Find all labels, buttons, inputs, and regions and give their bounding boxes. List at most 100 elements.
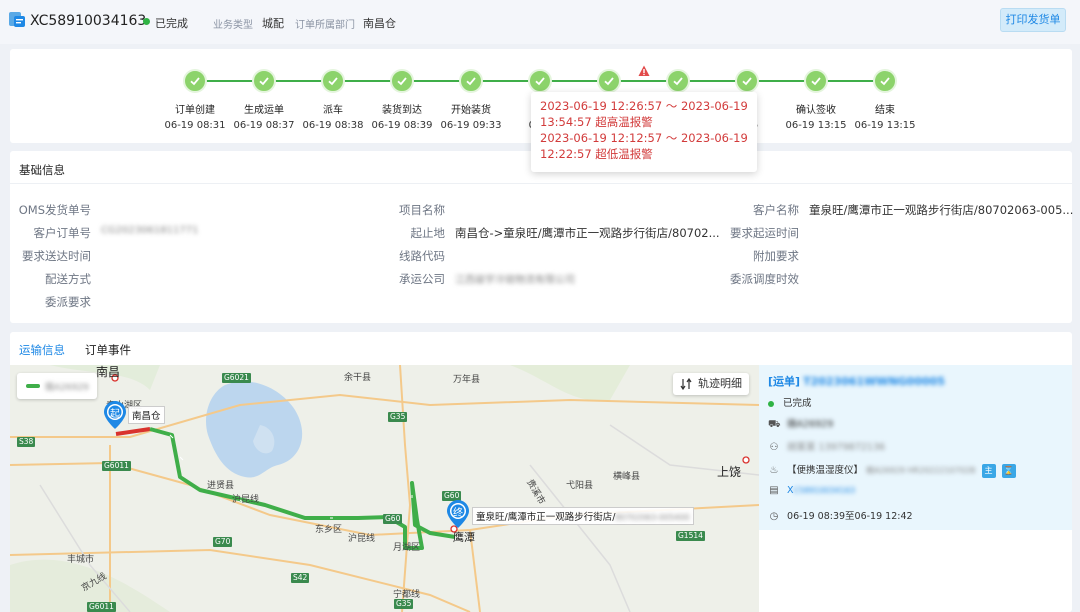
transport-card: 运输信息 订单事件 赣A26929 轨迹明细 南昌 余干县 万年县 进贤县 沪昆… [10, 332, 1072, 612]
waybill-driver-row: ⚇ 胡某某 13979872136 [768, 439, 886, 453]
check-icon [666, 69, 690, 93]
divider [10, 183, 1072, 184]
map-label-yugan: 余干县 [344, 373, 372, 383]
tab-transport-info[interactable]: 运输信息 [19, 342, 65, 358]
map-label-hengfeng: 横峰县 [613, 472, 641, 482]
legend-plate: 赣A26929 [45, 383, 89, 393]
document-icon: ▤ [769, 485, 779, 496]
carrier-label: 承运公司 [399, 272, 445, 286]
road-s42: S42 [291, 573, 310, 583]
order-status: 已完成 [155, 17, 188, 30]
route-map[interactable]: 赣A26929 轨迹明细 南昌 青山湖区 余干县 万年县 进贤县 沪昆线 东乡区… [10, 365, 759, 612]
truck-icon: ⛟ [768, 419, 781, 430]
map-city-shangrao: 上饶 [717, 465, 742, 479]
legend-line [26, 384, 40, 388]
customer-name-value: 童泉旺/鹰潭市正一观路步行街店/80702063-005... [809, 203, 1074, 217]
dispatch-label: 委派调度时效 [730, 272, 799, 286]
waybill-number: T2023061WWNG00005 [803, 375, 945, 388]
alarm-warning-icon[interactable] [638, 65, 650, 77]
origin-value: 南昌仓->童泉旺/鹰潭市正一观路步行街店/80702... [455, 226, 720, 240]
waybill-status: 已完成 [783, 398, 812, 409]
thermometer-icon: ♨ [769, 465, 779, 476]
check-icon [459, 69, 483, 93]
device-main-button[interactable]: 主 [981, 463, 996, 478]
road-g35-2: G35 [394, 599, 414, 609]
basic-info-card: 基础信息 OMS发货单号 客户订单号 CG2023061811771 要求送达时… [10, 151, 1074, 323]
step-label: 开始装货 [451, 105, 491, 116]
customer-order-value: CG2023061811771 [101, 225, 199, 236]
waybill-driver: 胡某某 13979872136 [787, 442, 886, 453]
road-g6011: G6011 [102, 461, 131, 471]
delivery-method-label: 配送方式 [45, 272, 91, 286]
page-header: XC58910034163 已完成 业务类型 城配 订单所属部门 南昌仓 打印发… [0, 0, 1080, 44]
track-detail-button[interactable]: 轨迹明细 [673, 373, 749, 395]
step-time: 06-19 08:37 [233, 120, 295, 131]
road-g6011-2: G6011 [87, 602, 116, 612]
step-time: 06-19 13:15 [854, 120, 916, 131]
waybill-time-row: ◷ 06-19 08:39至06-19 12:42 [768, 508, 913, 522]
progress-step: 生成运单 06-19 08:37 [224, 69, 304, 131]
device-value: 赣A26929 HR2022210702B [866, 466, 976, 475]
check-icon [735, 69, 759, 93]
tab-order-events[interactable]: 订单事件 [85, 342, 131, 358]
dept-label: 订单所属部门 [295, 20, 355, 31]
alarm-high-temp: 2023-06-19 12:26:57 ～ 2023-06-19 13:54:5… [540, 99, 748, 129]
end-marker-text: 终 [453, 508, 463, 519]
progress-step: 订单创建 06-19 08:31 [155, 69, 235, 131]
print-delivery-button[interactable]: 打印发货单 [1000, 8, 1066, 32]
step-time: 06-19 09:33 [440, 120, 502, 131]
customer-name-label: 客户名称 [753, 203, 799, 217]
waybill-prefix: [运单] [768, 375, 801, 388]
status-dot [768, 400, 774, 407]
road-g60: G60 [383, 514, 403, 524]
order-number: XC58910034163 [30, 13, 147, 29]
track-icon [680, 378, 692, 390]
extra-req-label: 附加要求 [753, 249, 799, 263]
end-location-name: 童泉旺/鹰潭市正一观路步行街店/ [476, 512, 616, 523]
doc-value[interactable]: C58910034163 [794, 486, 856, 495]
map-label-yuehu: 月湖区 [393, 543, 421, 553]
assign-req-label: 委派要求 [45, 295, 91, 309]
business-type-value: 城配 [262, 17, 284, 30]
step-label: 结束 [875, 105, 895, 116]
device-hourglass-button[interactable]: ⌛ [1001, 463, 1016, 478]
oms-label: OMS发货单号 [18, 203, 91, 217]
map-label-jinxian: 进贤县 [207, 481, 235, 491]
check-icon [804, 69, 828, 93]
customer-order-label: 客户订单号 [33, 226, 92, 240]
order-icon [9, 12, 25, 27]
map-label-hukun: 沪昆线 [232, 495, 260, 505]
waybill-title[interactable]: [运单] T2023061WWNG00005 [768, 373, 945, 389]
delivery-time-label: 要求送达时间 [22, 249, 91, 263]
progress-step: 开始装货 06-19 09:33 [431, 69, 511, 131]
step-time: 06-19 08:38 [302, 120, 364, 131]
alarm-low-temp: 2023-06-19 12:12:57 ～ 2023-06-19 12:22:5… [540, 131, 748, 161]
step-time: 06-19 08:39 [371, 120, 433, 131]
waybill-device-row: ♨ 【便携温湿度仪】 赣A26929 HR2022210702B 主 ⌛ [768, 462, 1016, 478]
start-marker-text: 起 [110, 409, 120, 420]
step-time: 06-19 08:31 [164, 120, 226, 131]
check-icon [321, 69, 345, 93]
map-legend: 赣A26929 [17, 373, 97, 399]
start-time-label: 要求起运时间 [730, 226, 799, 240]
project-label: 项目名称 [399, 203, 445, 217]
road-g70: G70 [213, 537, 233, 547]
map-label-hukun-2: 沪昆线 [348, 534, 376, 544]
map-city-nanchang: 南昌 [96, 365, 121, 379]
check-icon [597, 69, 621, 93]
map-label-dongxiang: 东乡区 [315, 525, 343, 535]
map-label-yiyang: 弋阳县 [566, 481, 594, 491]
status-dot [143, 18, 150, 25]
check-icon [528, 69, 552, 93]
step-label: 装货到达 [382, 105, 422, 116]
road-g1514: G1514 [676, 531, 705, 541]
end-location-label: 童泉旺/鹰潭市正一观路步行街店/80702063-005400 [472, 507, 694, 525]
basic-info-title: 基础信息 [19, 163, 65, 177]
waybill-plate-row: ⛟ 赣A26929 [768, 416, 833, 432]
waybill-time-range: 06-19 08:39至06-19 12:42 [787, 511, 913, 522]
check-icon [252, 69, 276, 93]
progress-step: 确认签收 06-19 13:15 [776, 69, 856, 131]
track-detail-label: 轨迹明细 [698, 377, 742, 390]
dept-value: 南昌仓 [363, 17, 396, 30]
step-label: 生成运单 [244, 105, 284, 116]
